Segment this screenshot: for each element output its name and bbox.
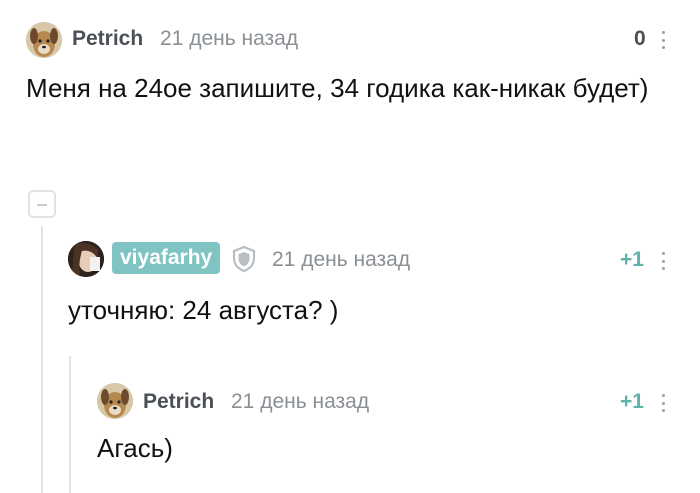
more-options-icon[interactable]	[661, 394, 665, 412]
comment-text: Меня на 24ое запишите, 34 годика как-ник…	[26, 73, 649, 103]
avatar[interactable]	[26, 22, 62, 58]
shield-icon	[231, 245, 257, 273]
thread-line[interactable]	[41, 226, 43, 493]
comment-rating: +1	[620, 390, 644, 413]
comment-timestamp[interactable]: 21 день назад	[272, 248, 410, 272]
avatar[interactable]	[97, 383, 133, 419]
comment-rating: 0	[634, 27, 646, 50]
comment-rating: +1	[620, 248, 644, 271]
comment-author[interactable]: Petrich	[143, 390, 214, 414]
avatar[interactable]	[68, 241, 104, 277]
comment-author[interactable]: Petrich	[72, 27, 143, 51]
comment-text: Агась)	[97, 433, 173, 463]
comment-timestamp[interactable]: 21 день назад	[231, 390, 369, 414]
comment-timestamp[interactable]: 21 день назад	[160, 27, 298, 51]
comment-text: уточняю: 24 августа? )	[68, 295, 339, 325]
thread-line[interactable]	[69, 356, 71, 493]
comment-author[interactable]: viyafarhy	[112, 242, 221, 274]
more-options-icon[interactable]	[661, 31, 665, 49]
more-options-icon[interactable]	[661, 252, 665, 270]
collapse-thread-button[interactable]	[28, 190, 56, 218]
